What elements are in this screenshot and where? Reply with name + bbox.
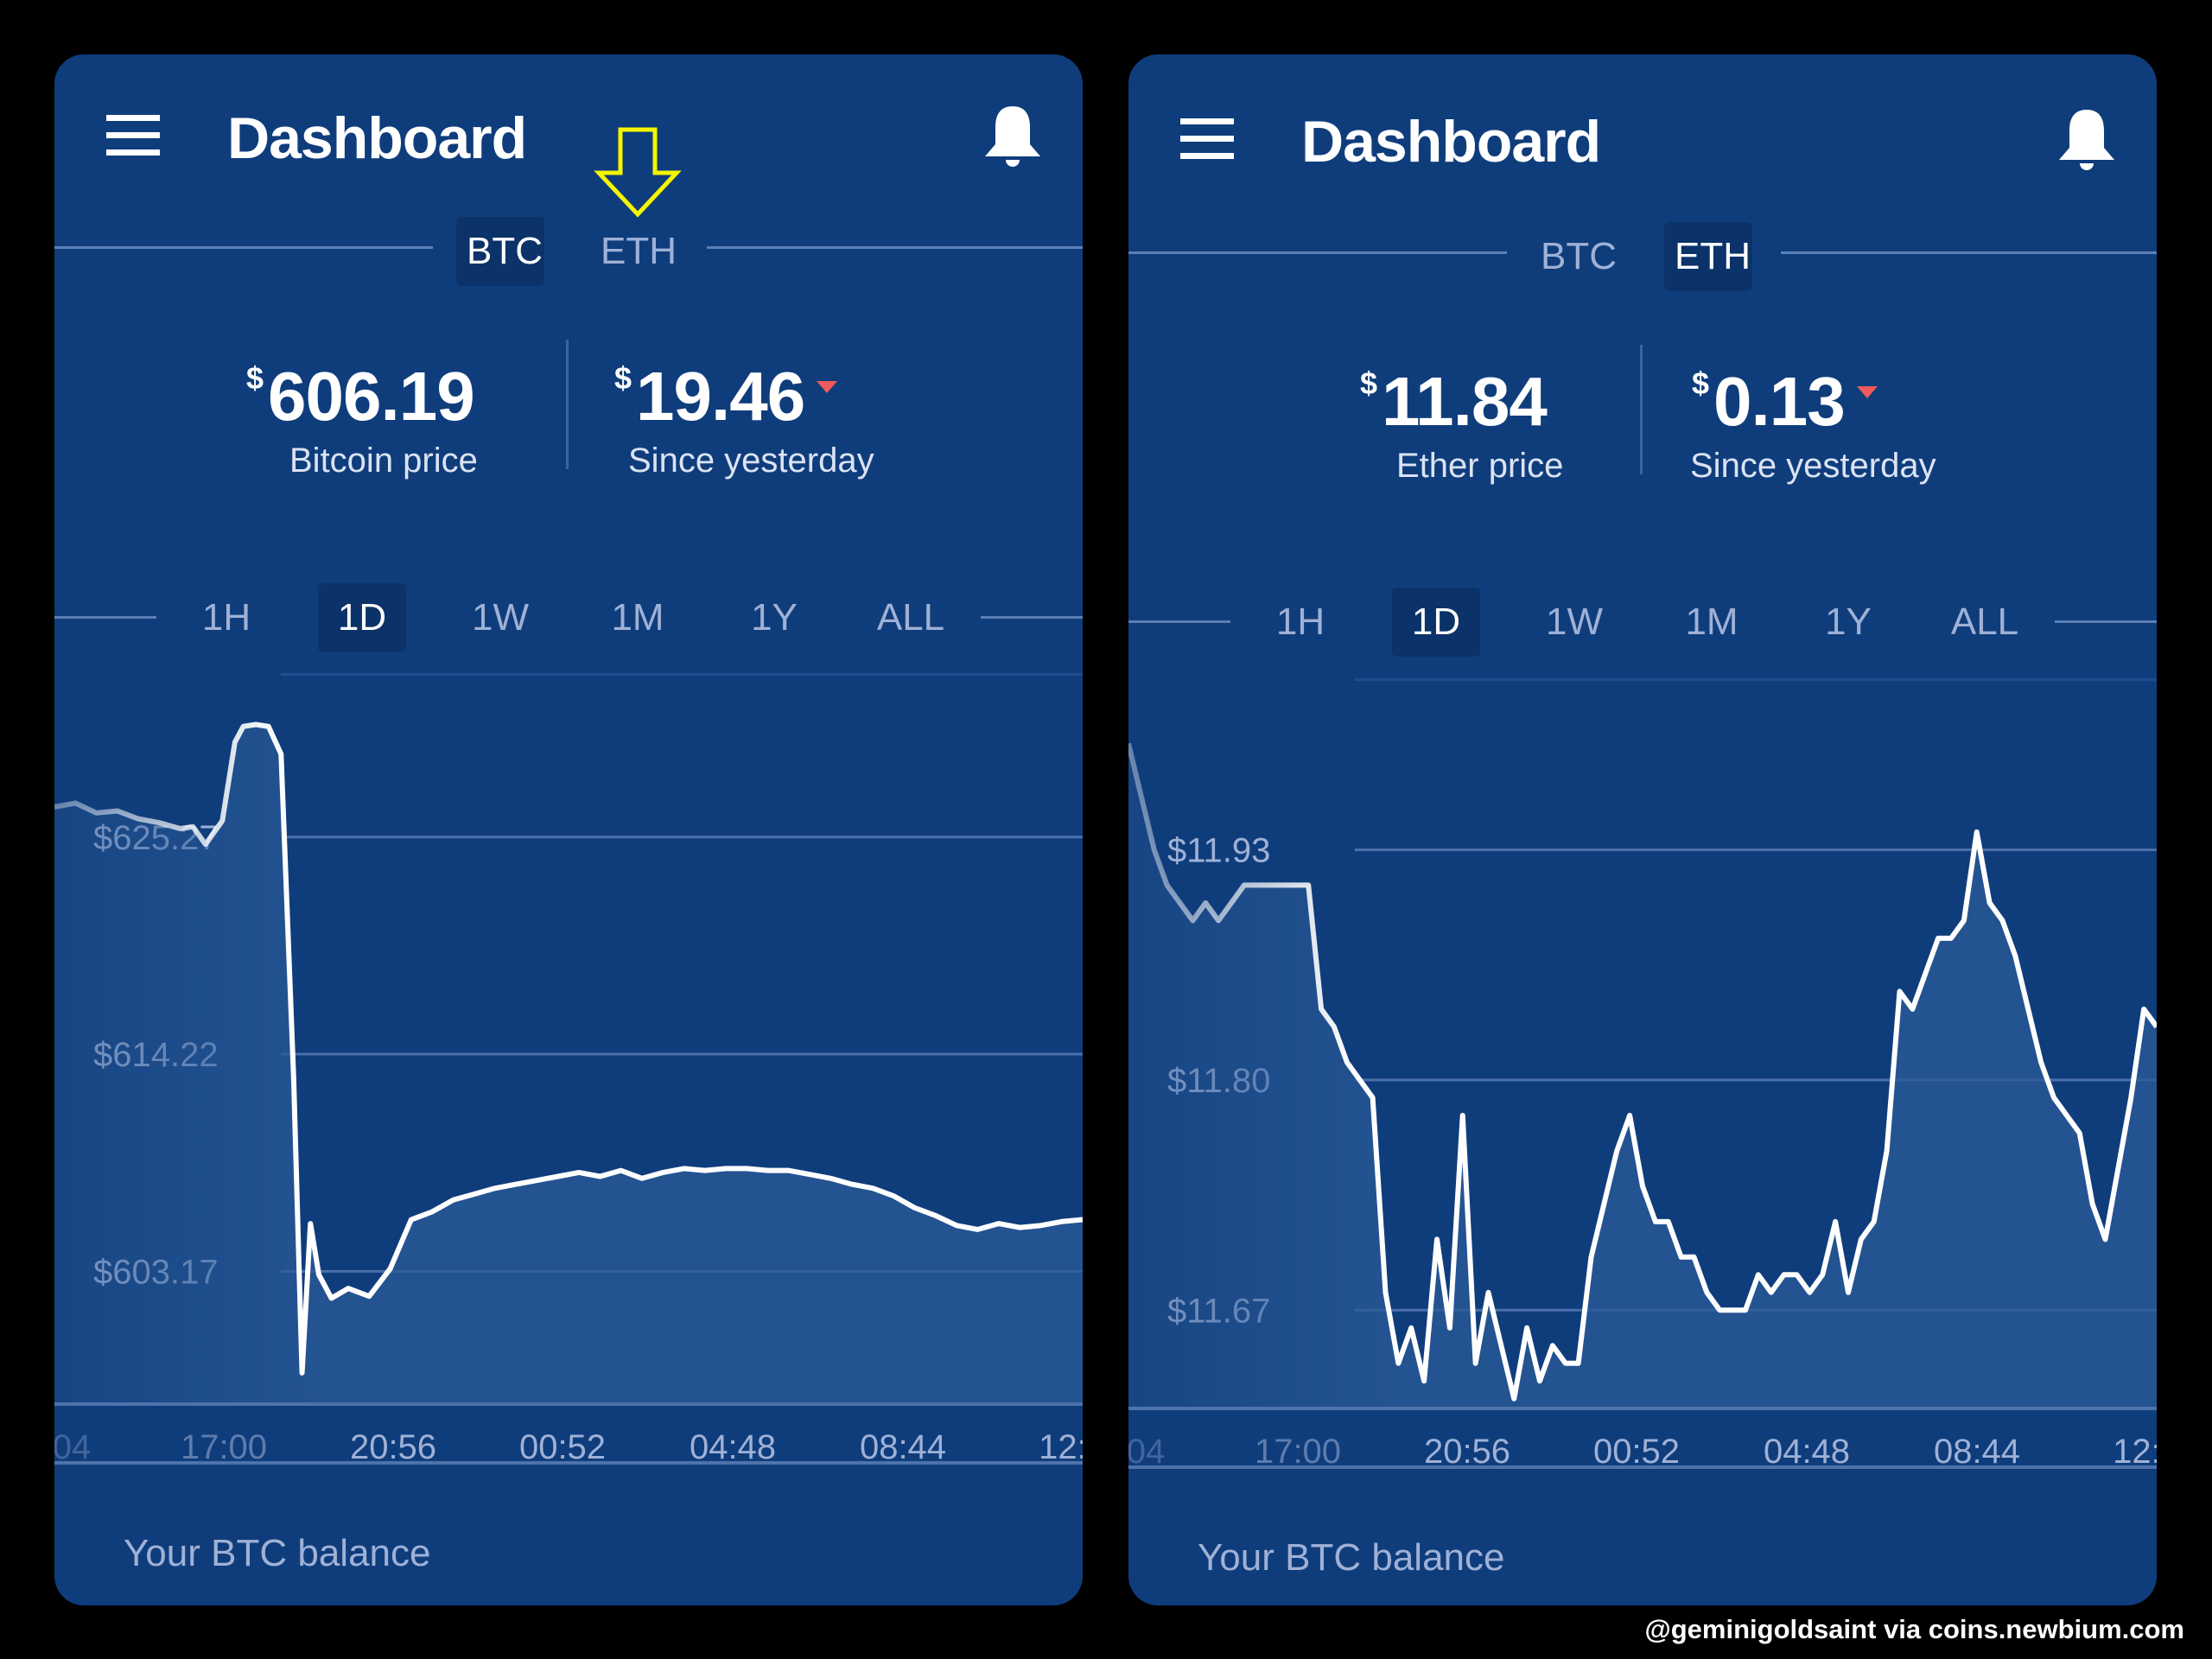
x-tick-label: 04:48 [689, 1428, 777, 1466]
tab-eth[interactable]: ETH [1664, 222, 1752, 291]
range-tab-1y[interactable]: 1Y [1804, 588, 1892, 657]
x-tick-label: 04:48 [1763, 1433, 1851, 1471]
range-tab-1h[interactable]: 1H [182, 583, 270, 652]
x-tick-label: 04 [1128, 1433, 1166, 1471]
eth-dashboard-panel: Dashboard BTC ETH $11.84 Ether price $0.… [1128, 54, 2157, 1605]
down-triangle-icon [1856, 386, 1878, 398]
range-tabs-underline [281, 673, 1083, 676]
bell-icon[interactable] [2056, 108, 2118, 175]
bell-icon[interactable] [982, 105, 1044, 172]
ether-price-label: Ether price [1396, 447, 1564, 485]
range-tab-all[interactable]: ALL [1941, 588, 2029, 657]
range-tabs-divider-right [2055, 620, 2157, 623]
change-value: $19.46 [614, 357, 838, 436]
btc-dashboard-panel: Dashboard BTC ETH $606.19 Bitcoin price … [54, 54, 1083, 1605]
down-triangle-icon [817, 381, 838, 393]
range-tab-1m[interactable]: 1M [1668, 588, 1756, 657]
x-axis-line-top [1128, 1407, 2157, 1410]
range-tab-1d[interactable]: 1D [1392, 588, 1480, 657]
range-tabs-underline [1355, 678, 2157, 681]
range-tab-all[interactable]: ALL [867, 583, 955, 652]
coin-tabs-divider-right [707, 246, 1083, 249]
x-tick-label: 17:00 [1254, 1433, 1342, 1471]
range-tab-1w[interactable]: 1W [1530, 588, 1618, 657]
y-tick-label: $11.93 [1167, 831, 1270, 869]
change-label: Since yesterday [628, 442, 874, 480]
range-tab-1m[interactable]: 1M [594, 583, 682, 652]
bitcoin-price-value: $606.19 [246, 358, 475, 435]
btc-price-chart[interactable]: $625.27$614.22$603.17 [54, 685, 1083, 1463]
range-tabs-divider-left [54, 616, 156, 619]
coin-tabs-divider-right [1781, 251, 2157, 254]
range-tab-1w[interactable]: 1W [456, 583, 544, 652]
x-tick-label: 08:44 [1933, 1433, 2021, 1471]
bitcoin-price-label: Bitcoin price [289, 442, 478, 480]
page-title: Dashboard [1301, 109, 1601, 175]
tab-btc[interactable]: BTC [456, 217, 544, 286]
change-value: $0.13 [1692, 362, 1878, 442]
x-tick-label: 00:52 [1592, 1433, 1681, 1471]
x-tick-label: 12:4 [2113, 1433, 2157, 1471]
x-tick-label: 20:56 [1423, 1433, 1511, 1471]
tab-btc[interactable]: BTC [1530, 222, 1618, 291]
coin-tabs-divider-left [54, 246, 433, 249]
x-tick-label: 12:4 [1039, 1428, 1083, 1466]
hamburger-menu-icon[interactable] [106, 115, 160, 156]
range-tabs-divider-left [1128, 620, 1230, 623]
stats-divider [566, 340, 569, 469]
ether-price-value: $11.84 [1360, 363, 1548, 440]
x-axis-line-top [54, 1402, 1083, 1406]
range-tab-1d[interactable]: 1D [318, 583, 406, 652]
yellow-down-arrow-icon [594, 127, 682, 218]
range-tabs-divider-right [981, 616, 1083, 619]
x-tick-label: 17:00 [180, 1428, 268, 1466]
page-title: Dashboard [227, 105, 527, 171]
balance-label: Your BTC balance [1198, 1536, 1505, 1579]
watermark-credit: @geminigoldsaint via coins.newbium.com [1644, 1614, 2185, 1644]
range-tab-1h[interactable]: 1H [1256, 588, 1344, 657]
coin-tabs-divider-left [1128, 251, 1507, 254]
stats-divider [1640, 345, 1643, 474]
tab-eth[interactable]: ETH [590, 217, 678, 286]
range-tab-1y[interactable]: 1Y [730, 583, 818, 652]
x-tick-label: 08:44 [859, 1428, 947, 1466]
balance-label: Your BTC balance [124, 1532, 431, 1574]
x-tick-label: 04 [54, 1428, 92, 1466]
hamburger-menu-icon[interactable] [1180, 118, 1234, 160]
price-area-fill [1128, 743, 2157, 1408]
x-tick-label: 00:52 [518, 1428, 607, 1466]
x-tick-label: 20:56 [349, 1428, 437, 1466]
eth-price-chart[interactable]: $11.93$11.80$11.67 [1128, 690, 2157, 1468]
change-label: Since yesterday [1690, 447, 1936, 485]
